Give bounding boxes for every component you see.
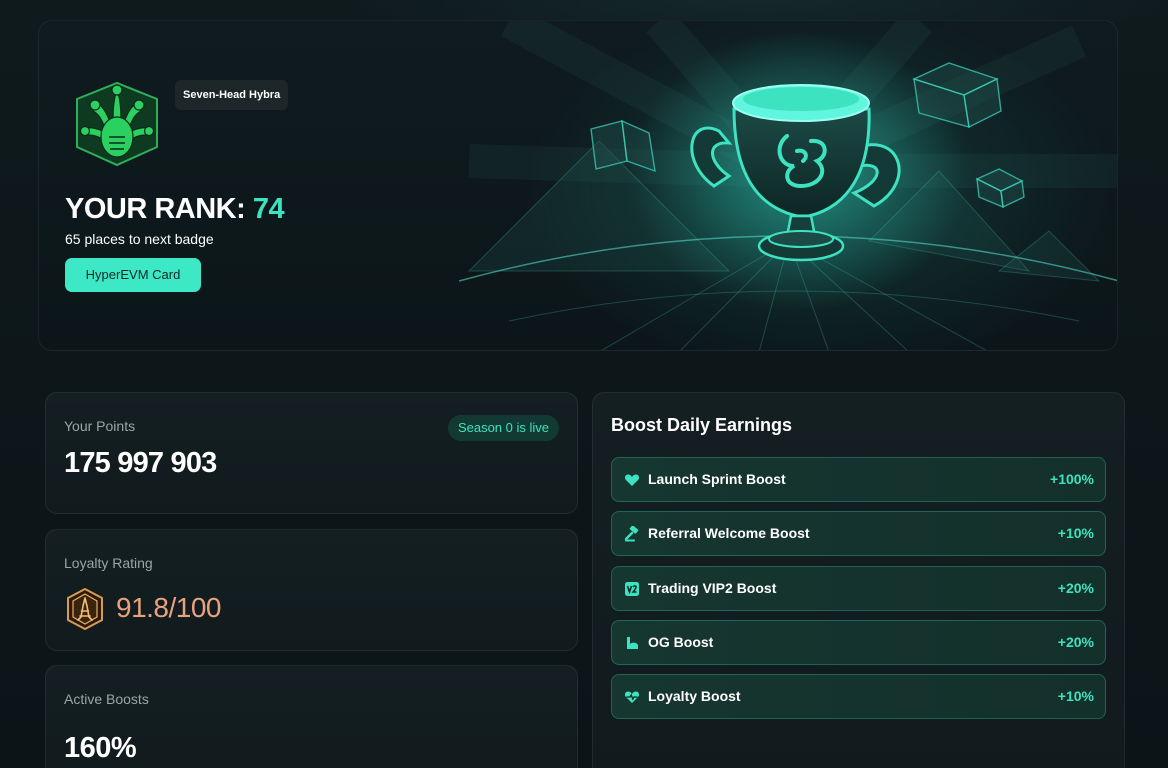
points-value: 175 997 903 [64,447,217,479]
boost-item-trading-vip2: Trading VIP2 Boost +20% [611,565,1106,611]
boost-item-og: OG Boost +20% [611,619,1106,665]
points-label: Your Points [64,418,136,434]
boost-item-label: OG Boost [648,633,714,650]
loyalty-badge-icon [67,587,103,631]
boost-item-value: +20% [1057,633,1094,650]
boost-list: Launch Sprint Boost +100% Referral Welco… [611,457,1106,728]
loyalty-card: Loyalty Rating 91.8/100 [45,529,578,651]
rank-value: 74 [252,193,285,225]
muscle-icon [627,636,638,649]
vip2-icon [625,581,639,596]
boost-item-value: +100% [1050,471,1094,487]
heart-pulse-icon [624,691,640,704]
boost-item-label: Launch Sprint Boost [648,471,786,487]
heart-icon [624,474,640,486]
active-boosts-value: 160% [64,732,137,764]
boost-item-referral-welcome: Referral Welcome Boost +10% [611,511,1106,557]
active-boosts-label: Active Boosts [64,691,149,707]
rank-heading: YOUR RANK: 74 [65,193,285,226]
rank-label: YOUR RANK: [65,193,246,225]
boost-item-launch-sprint: Launch Sprint Boost +100% [611,457,1106,502]
gavel-icon [624,526,639,542]
boost-item-label: Referral Welcome Boost [648,525,810,542]
badge-name-chip: Seven-Head Hybra [175,80,289,110]
rank-hero-banner: Seven-Head Hybra YOUR RANK: 74 65 places… [38,20,1118,351]
hydra-badge-icon [76,81,158,167]
boost-daily-earnings-panel: Boost Daily Earnings Launch Sprint Boost… [592,392,1125,768]
boost-item-value: +20% [1057,579,1094,596]
boost-item-label: Trading VIP2 Boost [648,579,777,596]
boost-item-value: +10% [1057,525,1094,542]
loyalty-value: 91.8/100 [116,592,222,623]
hyperevm-card-button[interactable]: HyperEVM Card [65,258,201,292]
active-boosts-card: Active Boosts 160% [45,665,578,768]
season-status-badge: Season 0 is live [447,415,559,441]
next-badge-text: 65 places to next badge [65,231,214,247]
loyalty-label: Loyalty Rating [64,555,153,571]
points-card: Your Points Season 0 is live 175 997 903 [45,392,578,514]
trophy-illustration [458,21,1117,350]
boost-item-loyalty: Loyalty Boost +10% [611,674,1106,720]
boost-item-label: Loyalty Boost [648,688,741,705]
boost-panel-title: Boost Daily Earnings [611,415,793,435]
boost-item-value: +10% [1057,688,1094,705]
